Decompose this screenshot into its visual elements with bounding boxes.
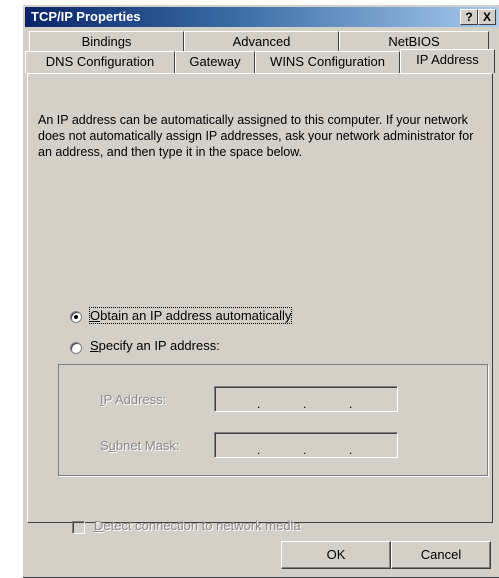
tab-wins-configuration[interactable]: WINS Configuration xyxy=(255,51,400,73)
ip-separator: . xyxy=(349,443,353,457)
accel-key: S xyxy=(90,338,99,353)
subnet-mask-input[interactable]: . . . xyxy=(214,432,398,458)
ip-address-label: IP Address: xyxy=(100,392,166,407)
description-text: An IP address can be automatically assig… xyxy=(38,113,474,159)
tab-advanced[interactable]: Advanced xyxy=(184,31,339,53)
accel-key: D xyxy=(94,518,104,533)
cancel-button[interactable]: Cancel xyxy=(391,541,491,569)
title-bar[interactable]: TCP/IP Properties ? X xyxy=(25,7,498,27)
detect-connection-checkbox[interactable] xyxy=(72,521,85,534)
label-text: pecify an IP address: xyxy=(98,338,220,353)
detect-connection-label[interactable]: Detect connection to network media xyxy=(94,518,301,533)
help-button[interactable]: ? xyxy=(460,9,478,25)
ip-separator: . xyxy=(349,397,353,411)
obtain-ip-auto-label[interactable]: Obtain an IP address automatically xyxy=(88,307,293,324)
ip-separator: . xyxy=(303,397,307,411)
tab-gateway[interactable]: Gateway xyxy=(175,51,255,73)
label-text: etect connection to network media xyxy=(103,518,301,533)
label-text: btain an IP address automatically xyxy=(100,308,292,323)
radio-selected-dot xyxy=(74,315,78,319)
ok-button[interactable]: OK xyxy=(281,541,391,569)
label-text: P Address: xyxy=(103,392,167,407)
specify-ip-groupbox xyxy=(58,364,488,476)
ip-separator: . xyxy=(257,397,261,411)
tab-ip-address[interactable]: IP Address xyxy=(400,49,495,73)
specify-ip-label[interactable]: Specify an IP address: xyxy=(86,338,224,353)
accel-key: u xyxy=(108,438,116,453)
tab-dns-configuration[interactable]: DNS Configuration xyxy=(25,51,175,73)
accel-key: O xyxy=(90,308,101,323)
tab-bindings[interactable]: Bindings xyxy=(29,31,184,53)
ip-address-panel: An IP address can be automatically assig… xyxy=(27,73,493,534)
specify-ip-radio[interactable] xyxy=(70,342,82,354)
window-title: TCP/IP Properties xyxy=(31,9,141,24)
obtain-ip-auto-radio[interactable] xyxy=(70,311,82,323)
label-text: bnet Mask: xyxy=(115,438,180,453)
ip-separator: . xyxy=(257,443,261,457)
label-text: S xyxy=(100,438,109,453)
close-button[interactable]: X xyxy=(478,9,496,25)
tcpip-properties-dialog: TCP/IP Properties ? X Bindings Advanced … xyxy=(22,4,499,578)
ip-address-input[interactable]: . . . xyxy=(214,386,398,412)
ip-separator: . xyxy=(303,443,307,457)
subnet-mask-label: Subnet Mask: xyxy=(100,438,180,453)
